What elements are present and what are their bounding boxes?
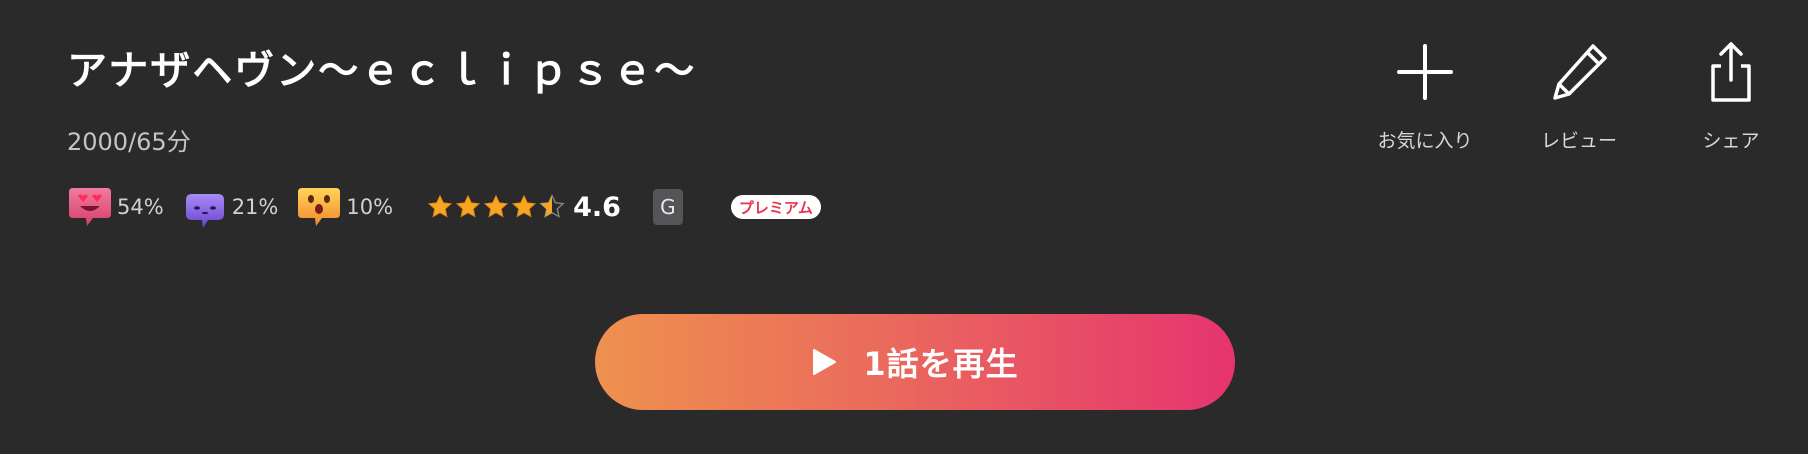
share-label: シェア xyxy=(1702,130,1760,152)
sleepy-emoji-icon xyxy=(185,194,224,228)
age-rating-badge: G xyxy=(652,189,683,225)
rating-value: 4.6 xyxy=(573,191,621,223)
stats-row: 54% 21% 10% 4.6 G プレミアム xyxy=(67,182,821,232)
favorite-label: お気に入り xyxy=(1377,130,1473,152)
play-icon xyxy=(813,349,837,375)
play-episode-button[interactable]: 1話を再生 xyxy=(595,314,1235,410)
title-detail-page: アナザヘヴン〜ｅｃｌｉｐｓｅ〜 2000/65分 54% 21% 10% 4.6… xyxy=(0,0,1808,454)
star-rating: 4.6 xyxy=(427,192,621,223)
favorite-button[interactable]: お気に入り xyxy=(1360,40,1490,153)
share-button[interactable]: シェア xyxy=(1666,40,1796,153)
star-full-icon xyxy=(511,194,537,218)
reaction-love: 54% xyxy=(67,184,164,230)
heart-eyes-emoji-icon xyxy=(69,188,111,226)
play-button-label: 1話を再生 xyxy=(863,345,1019,383)
review-label: レビュー xyxy=(1540,130,1617,152)
star-half-icon xyxy=(539,194,565,218)
reaction-percent: 21% xyxy=(231,195,279,219)
surprised-emoji-icon xyxy=(298,188,341,226)
reaction-surprised: 10% xyxy=(296,184,393,230)
reaction-percent: 54% xyxy=(117,195,164,219)
pencil-icon xyxy=(1553,44,1607,100)
year-duration-text: 2000/65分 xyxy=(67,128,191,156)
review-button[interactable]: レビュー xyxy=(1514,40,1644,153)
premium-badge: プレミアム xyxy=(730,195,821,219)
star-full-icon xyxy=(455,194,481,218)
reaction-percent: 10% xyxy=(346,195,394,219)
page-title: アナザヘヴン〜ｅｃｌｉｐｓｅ〜 xyxy=(67,48,697,94)
plus-icon xyxy=(1397,44,1453,100)
star-full-icon xyxy=(427,194,453,218)
reaction-sleepy: 21% xyxy=(182,184,279,230)
share-icon xyxy=(1711,42,1751,102)
star-full-icon xyxy=(483,194,509,218)
